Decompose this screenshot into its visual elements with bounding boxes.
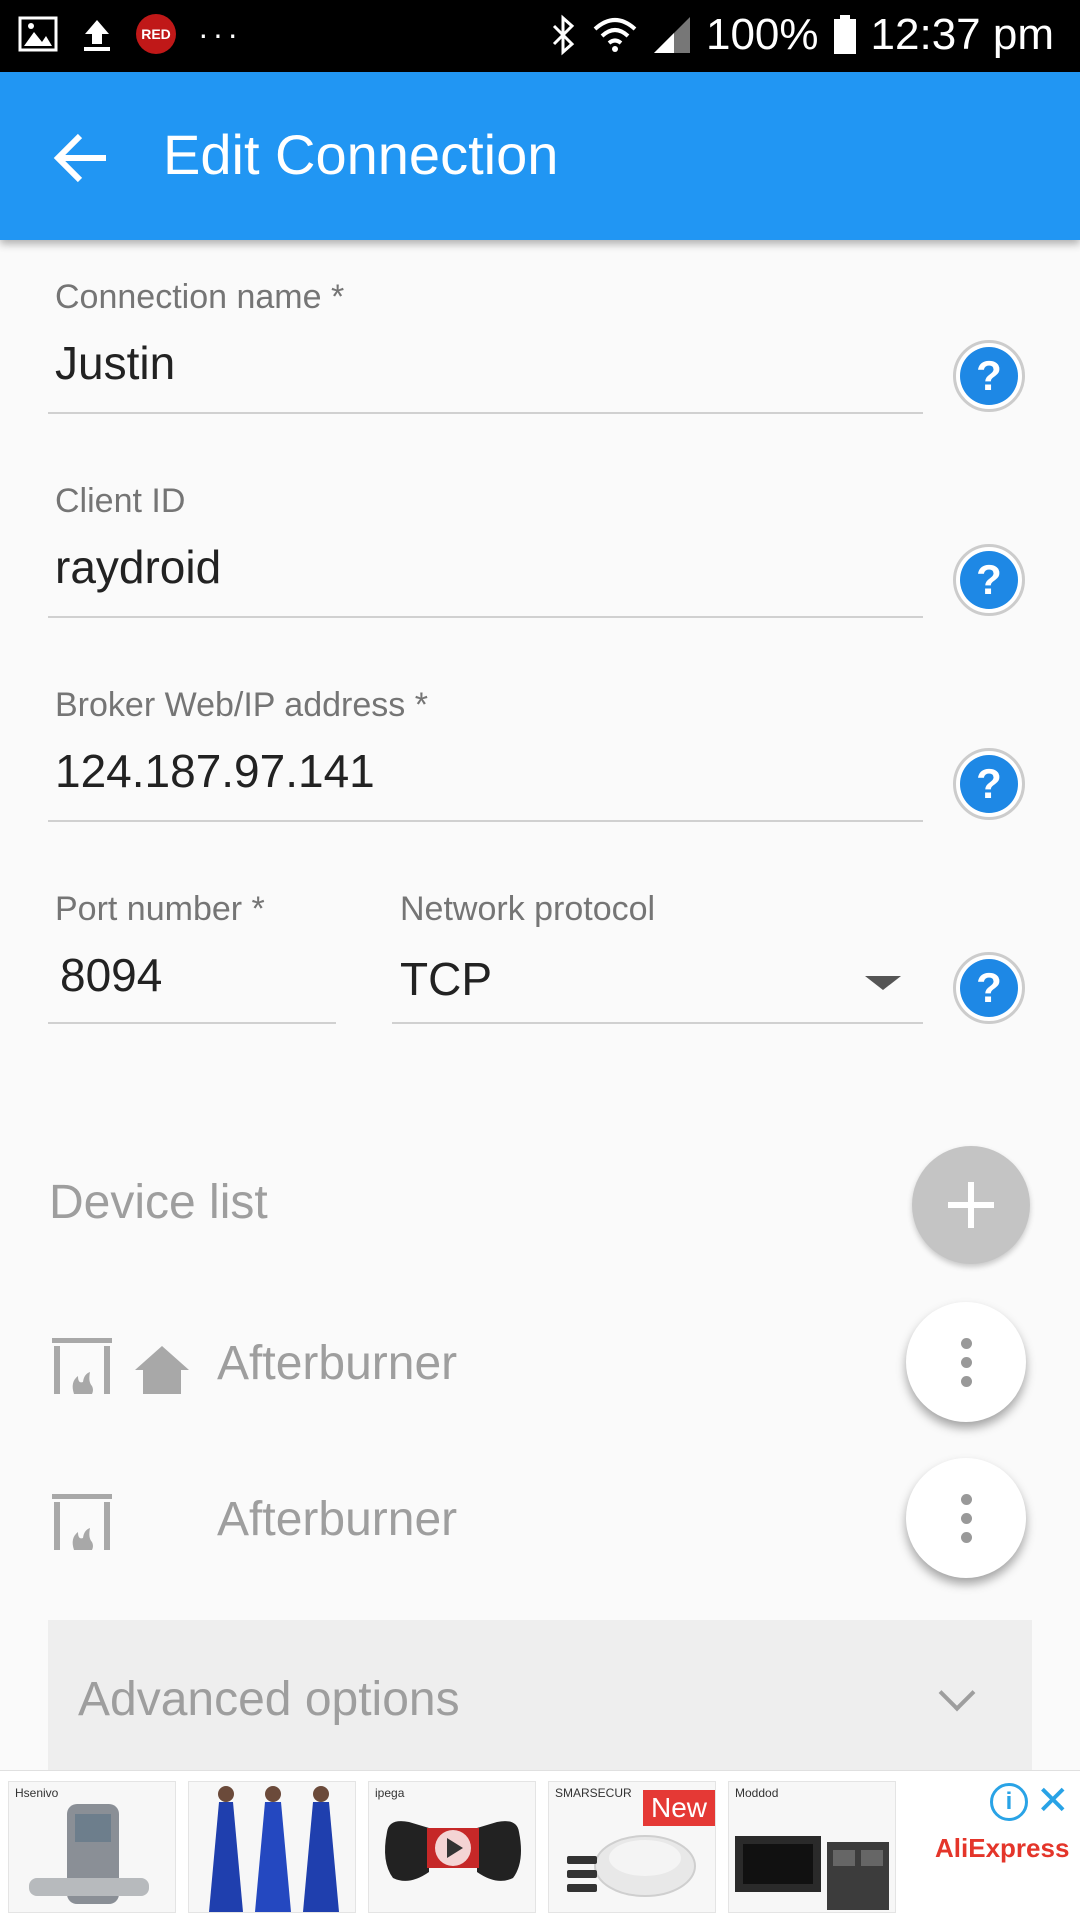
ad-banner[interactable]: Hsenivo ipega SMARSECUR New Moddod i ✕ A… — [0, 1770, 1080, 1920]
red-app-badge: RED — [136, 14, 176, 54]
new-tag: New — [642, 1790, 715, 1826]
port-number-underline — [48, 1022, 336, 1024]
network-protocol-dropdown[interactable]: Network protocol TCP — [392, 890, 923, 1024]
gallery-icon — [18, 16, 58, 52]
back-arrow-icon[interactable] — [50, 126, 114, 190]
connection-name-underline — [48, 412, 923, 414]
wifi-icon — [593, 18, 637, 52]
battery-icon — [833, 15, 856, 54]
port-number-input[interactable]: 8094 — [60, 948, 162, 1002]
phone-image — [29, 1804, 149, 1904]
broker-address-field[interactable]: Broker Web/IP address * 124.187.97.141 — [48, 686, 923, 822]
broker-address-input[interactable]: 124.187.97.141 — [55, 744, 375, 798]
help-icon: ? — [960, 551, 1018, 609]
advanced-options-expander[interactable]: Advanced options — [48, 1620, 1032, 1770]
menu-dot — [960, 1512, 972, 1524]
connection-name-help-button[interactable]: ? — [953, 340, 1025, 412]
device-name: Afterburner — [217, 1337, 458, 1390]
ad-brand-text: ipega — [375, 1786, 405, 1800]
app-bar: Edit Connection — [0, 72, 1080, 240]
broker-address-help-button[interactable]: ? — [953, 748, 1025, 820]
status-bar-left: RED ··· — [18, 14, 242, 54]
broker-address-underline — [48, 820, 923, 822]
network-protocol-value[interactable]: TCP — [400, 952, 492, 1006]
port-number-field[interactable]: Port number * 8094 — [48, 890, 336, 1024]
help-icon: ? — [960, 959, 1018, 1017]
gamepad-image — [385, 1821, 521, 1881]
dress-image — [209, 1786, 339, 1912]
client-id-input[interactable]: raydroid — [55, 540, 221, 594]
port-number-label: Port number * — [55, 890, 265, 928]
ad-product-phone[interactable]: Hsenivo — [8, 1781, 176, 1913]
client-id-underline — [48, 616, 923, 618]
menu-dot — [960, 1356, 972, 1368]
upload-icon — [84, 20, 110, 51]
ad-product-smoke-detector[interactable]: SMARSECUR New — [548, 1781, 716, 1913]
connection-name-label: Connection name * — [55, 278, 345, 316]
car-stereo-image — [735, 1836, 889, 1910]
signal-icon — [653, 17, 690, 53]
menu-dot — [960, 1531, 972, 1543]
bluetooth-icon — [552, 14, 575, 56]
client-id-label: Client ID — [55, 482, 186, 520]
plus-icon — [948, 1182, 994, 1228]
device-menu-button[interactable] — [906, 1302, 1026, 1422]
page-title: Edit Connection — [163, 123, 559, 186]
menu-dot — [960, 1493, 972, 1505]
client-id-help-button[interactable]: ? — [953, 544, 1025, 616]
home-icon — [135, 1346, 189, 1394]
network-protocol-label: Network protocol — [400, 890, 656, 928]
dropdown-arrow-icon — [865, 976, 901, 990]
chevron-down-icon — [938, 1674, 976, 1712]
fireplace-icon — [52, 1494, 112, 1550]
battery-percent: 100% — [705, 10, 819, 59]
device-list-title: Device list — [49, 1176, 268, 1229]
menu-dot — [960, 1337, 972, 1349]
ad-product-car-stereo[interactable]: Moddod — [728, 1781, 896, 1913]
connection-name-field[interactable]: Connection name * Justin — [48, 278, 923, 414]
ad-product-gamepad[interactable]: ipega — [368, 1781, 536, 1913]
add-device-button[interactable] — [912, 1146, 1030, 1264]
ad-brand-text: Moddod — [735, 1786, 779, 1800]
status-bar: RED ··· 100% 12:37 pm — [0, 0, 1080, 72]
client-id-field[interactable]: Client ID raydroid — [48, 482, 923, 618]
clock: 12:37 pm — [870, 10, 1054, 59]
ad-brand-text: SMARSECUR — [555, 1786, 632, 1800]
device-menu-button[interactable] — [906, 1458, 1026, 1578]
help-icon: ? — [960, 755, 1018, 813]
device-name: Afterburner — [217, 1493, 458, 1546]
network-protocol-help-button[interactable]: ? — [953, 952, 1025, 1024]
ad-close-icon[interactable]: ✕ — [1036, 1781, 1070, 1821]
advanced-options-label: Advanced options — [78, 1673, 460, 1726]
connection-name-input[interactable]: Justin — [55, 336, 175, 390]
more-notifications-icon: ··· — [198, 16, 242, 52]
ad-brand-text: Hsenivo — [15, 1786, 59, 1800]
help-icon: ? — [960, 347, 1018, 405]
menu-dot — [960, 1375, 972, 1387]
broker-address-label: Broker Web/IP address * — [55, 686, 428, 724]
network-protocol-underline — [392, 1022, 923, 1024]
ad-product-dress[interactable] — [188, 1781, 356, 1913]
ad-info-icon[interactable]: i — [990, 1783, 1028, 1821]
ad-advertiser-logo: AliExpress — [935, 1833, 1070, 1863]
status-bar-right: 100% 12:37 pm — [550, 10, 1054, 60]
fireplace-icon — [52, 1338, 112, 1394]
